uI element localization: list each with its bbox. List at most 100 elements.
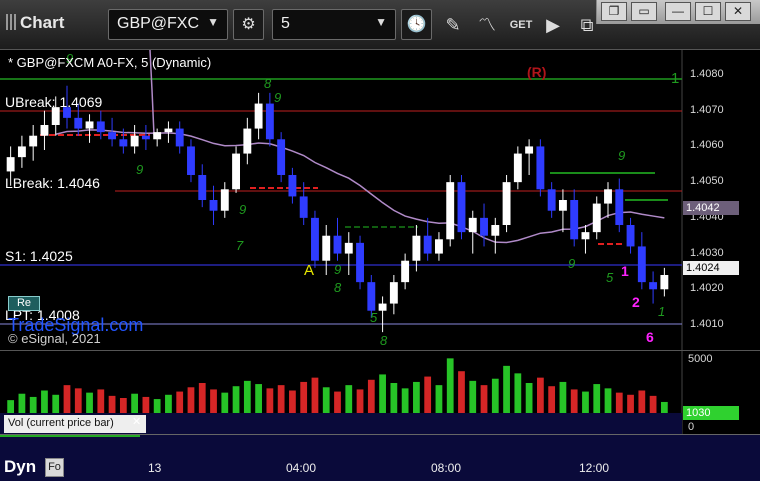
candle-body	[17, 146, 26, 158]
price-tick: 1.4050	[690, 175, 724, 188]
ma-price-tag: 1.4042	[683, 201, 739, 215]
candle-body	[232, 153, 241, 190]
restore-icon: ❐	[608, 4, 620, 18]
close-icon: ✕	[732, 4, 744, 18]
drag-grip-icon[interactable]	[6, 14, 16, 30]
count-mark: 9	[239, 202, 246, 217]
get-data-button[interactable]: GET	[506, 10, 536, 40]
candle-body	[130, 135, 139, 147]
count-mark: 6	[646, 329, 654, 345]
symbol-value: GBP@FXC	[117, 15, 200, 32]
maximize-icon: ☐	[702, 4, 714, 18]
price-tick: 1.4070	[690, 103, 724, 116]
candle-body	[367, 282, 376, 311]
candle-body	[637, 246, 646, 283]
vol-tick-top: 5000	[688, 353, 713, 365]
close-button[interactable]: ✕	[725, 2, 751, 21]
settings-gear-button[interactable]: ⚙	[233, 9, 264, 40]
maximize-button[interactable]: ☐	[695, 2, 721, 21]
volume-bar	[356, 389, 364, 413]
volume-bar	[221, 392, 229, 413]
price-tick: 1.4010	[690, 318, 724, 330]
count-mark: 9	[334, 262, 341, 277]
volume-bar	[97, 389, 105, 413]
candle-body	[649, 282, 658, 290]
candle-body	[209, 200, 218, 211]
vol-label-bar: Vol (current price bar) ✕	[0, 413, 682, 435]
volume-bar	[176, 391, 184, 413]
reset-badge[interactable]: Re	[8, 296, 40, 311]
td-count-labels: 9 8 9 9 9 7 9 8 5 8 9 9 5 1	[66, 51, 665, 348]
price-chart[interactable]: 9 8 9 9 9 7 9 8 5 8 9 9 5 1 1 2 6	[0, 50, 760, 350]
volume-bar	[367, 379, 375, 413]
dynamic-label: Dyn	[4, 457, 37, 476]
pattern-label-a: A	[304, 262, 315, 279]
vol-tag: 1030	[683, 406, 739, 420]
volume-bar	[165, 394, 172, 413]
volume-panel[interactable]: 5000 0 1030 Vol (current price bar) ✕	[0, 350, 760, 435]
volume-bar	[142, 396, 150, 413]
volume-bar	[277, 385, 285, 413]
count-mark: 8	[264, 76, 272, 91]
volume-bar	[7, 400, 15, 413]
format-icon: Fo	[48, 461, 61, 473]
candle-body	[581, 232, 590, 240]
interval-selector[interactable]: 5 ▼	[272, 9, 396, 40]
ubreak-label: UBreak: 1.4069	[5, 94, 103, 110]
price-panel[interactable]: 9 8 9 9 9 7 9 8 5 8 9 9 5 1 1 2 6 * GBP@…	[0, 50, 760, 350]
volume-bar	[469, 380, 477, 413]
time-axis[interactable]: 13 04:00 08:00 12:00 Dyn Fo	[0, 434, 760, 481]
candle-body	[356, 242, 364, 283]
volume-bar	[266, 388, 274, 413]
volume-bar	[29, 396, 37, 413]
volume-bar	[480, 385, 488, 413]
candle-body	[6, 157, 15, 172]
chart-line-icon: 〽	[478, 15, 496, 35]
tile-button[interactable]: ▭	[631, 2, 657, 21]
candle-body	[265, 103, 274, 140]
candle-body	[29, 135, 38, 147]
studies-button[interactable]: 〽	[472, 10, 502, 40]
candle-body	[513, 153, 522, 183]
price-tick: 1.4060	[690, 139, 724, 152]
count-mark: 8	[380, 333, 388, 348]
volume-bar	[187, 387, 195, 413]
volume-bar	[446, 358, 454, 413]
candle-body	[74, 117, 83, 129]
candle-body	[525, 146, 534, 154]
volume-bar	[491, 378, 499, 413]
volume-bar	[131, 393, 138, 413]
candle-body	[536, 146, 545, 190]
restore-button[interactable]: ❐	[601, 2, 627, 21]
candle-body	[187, 146, 195, 175]
time-template-button[interactable]: 🕓	[401, 9, 432, 40]
minimize-button[interactable]: —	[665, 2, 691, 21]
play-button[interactable]: ▶	[538, 10, 568, 40]
symbol-selector[interactable]: GBP@FXC ▼	[108, 9, 228, 40]
candle-body	[220, 189, 229, 211]
draw-tool-button[interactable]: ✎	[438, 10, 468, 40]
candle-body	[480, 217, 488, 236]
close-icon[interactable]: ✕	[132, 415, 141, 428]
window-title[interactable]: Chart	[6, 13, 64, 33]
volume-bar	[604, 388, 612, 413]
volume-bar	[311, 377, 319, 413]
volume-bar	[74, 388, 82, 413]
candle-body	[412, 235, 421, 261]
candle-body	[333, 235, 342, 254]
candle-body	[468, 217, 477, 233]
candle-body	[423, 235, 432, 254]
candle-body	[164, 128, 173, 133]
volume-bar	[593, 384, 601, 413]
count-mark: 2	[632, 294, 640, 310]
volume-bar	[649, 395, 657, 413]
volume-bar	[153, 399, 161, 413]
volume-bar	[537, 377, 544, 413]
format-button[interactable]: Fo	[45, 458, 64, 477]
count-mark: 1	[621, 263, 629, 279]
candle-body	[198, 175, 207, 200]
candle-body	[660, 275, 669, 290]
candle-body	[547, 189, 556, 211]
vol-tick-bottom: 0	[688, 421, 695, 433]
copyright: © eSignal, 2021	[8, 331, 101, 346]
